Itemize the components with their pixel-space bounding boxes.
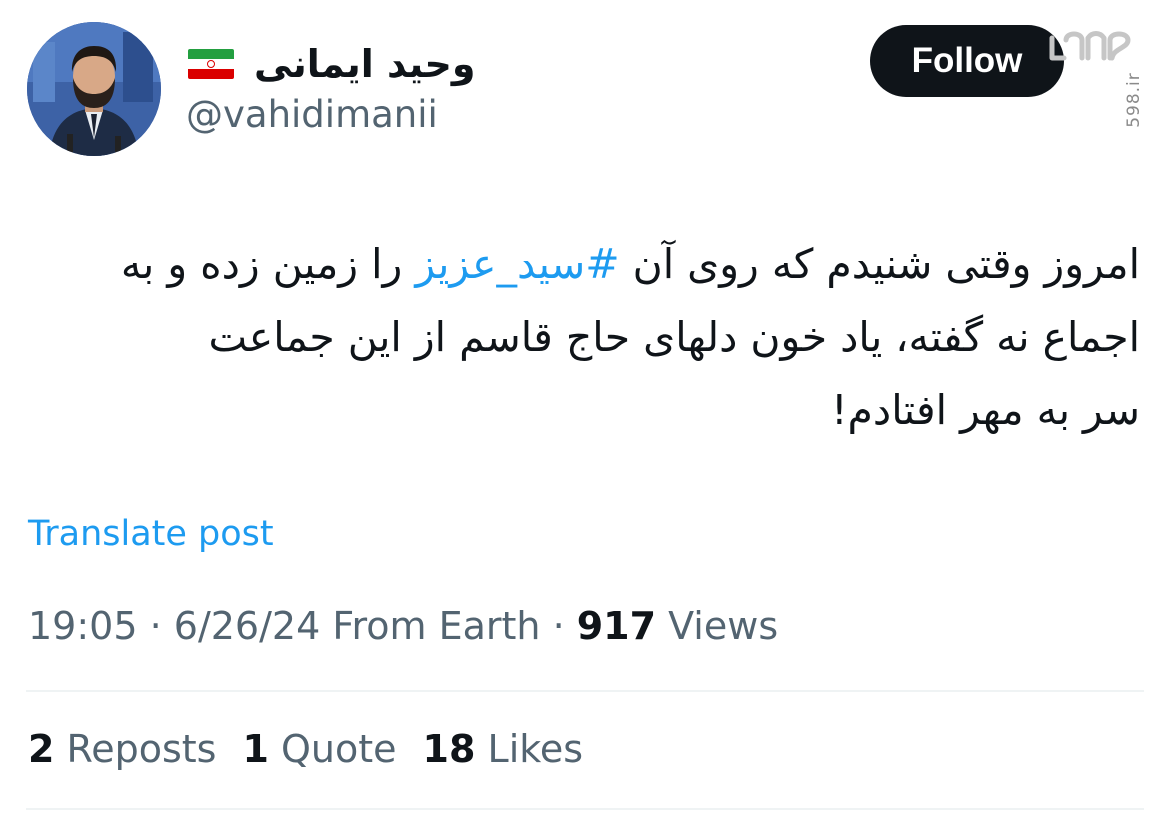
likes-count: 18: [422, 727, 476, 771]
author-display-name[interactable]: وحید ایمانی: [254, 42, 475, 86]
quotes-count: 1: [242, 727, 269, 771]
quotes-label: Quote: [268, 727, 397, 771]
engagement-stats: 2 Reposts 1 Quote 18 Likes: [28, 727, 583, 771]
tweet-text-segment: را زمین زده و به: [120, 240, 416, 288]
avatar-photo: [27, 22, 161, 156]
likes-label: Likes: [475, 727, 584, 771]
reposts-stat[interactable]: 2 Reposts: [28, 727, 216, 771]
likes-stat[interactable]: 18 Likes: [423, 727, 584, 771]
reposts-count: 2: [28, 727, 55, 771]
divider: [26, 808, 1144, 810]
reposts-label: Reposts: [54, 727, 217, 771]
iran-flag-icon: [188, 49, 234, 79]
divider: [26, 690, 1144, 692]
hashtag-link[interactable]: #سید_عزیز: [415, 240, 619, 288]
views-count: 917: [576, 604, 657, 648]
tweet-text: امروز وقتی شنیدم که روی آن #سید_عزیز را …: [30, 228, 1140, 447]
tweet-line-1: امروز وقتی شنیدم که روی آن #سید_عزیز را …: [30, 228, 1140, 301]
watermark-site-text: 598.ir: [1124, 72, 1145, 128]
views-label: Views: [656, 604, 779, 648]
author-name-row: وحید ایمانی: [188, 36, 475, 92]
tweet-line-2: اجماع نه گفته، یاد خون دلهای حاج قاسم از…: [208, 313, 1141, 361]
avatar[interactable]: [27, 22, 161, 156]
quotes-stat[interactable]: 1 Quote: [242, 727, 396, 771]
tweet-date[interactable]: 6/26/24: [174, 604, 321, 648]
meta-separator: ·: [137, 604, 174, 648]
follow-button[interactable]: Follow: [870, 25, 1064, 97]
author-handle[interactable]: @vahidimanii: [186, 93, 438, 136]
tweet-source: From Earth: [320, 604, 541, 648]
meta-separator: ·: [540, 604, 577, 648]
tweet-text-segment: امروز وقتی شنیدم که روی آن: [619, 240, 1140, 288]
translate-post-link[interactable]: Translate post: [28, 514, 274, 554]
tweet-meta: 19:05 · 6/26/24 From Earth · 917 Views: [28, 604, 778, 648]
tweet-time[interactable]: 19:05: [28, 604, 138, 648]
tweet-line-3: سر به مهر افتادم!: [831, 386, 1140, 434]
